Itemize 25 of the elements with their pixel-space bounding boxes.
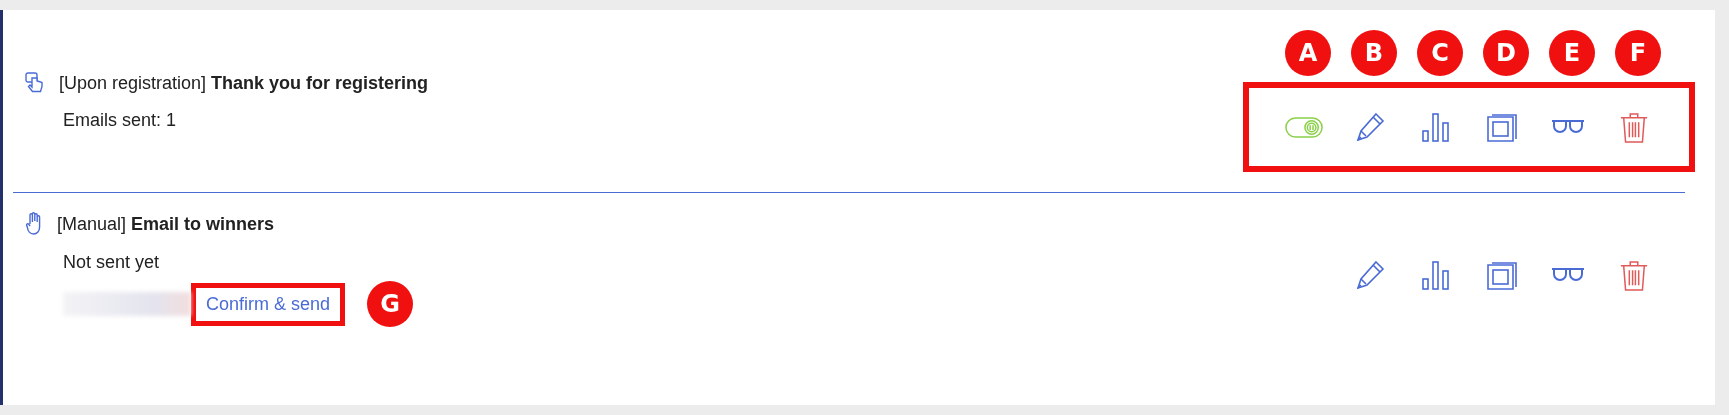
annotation-marker: F	[1615, 30, 1661, 76]
pencil-icon[interactable]	[1354, 111, 1386, 143]
bar-chart-icon[interactable]	[1420, 111, 1452, 143]
annotation-marker: G	[367, 281, 414, 327]
annotation-marker: B	[1351, 30, 1397, 76]
trash-icon[interactable]	[1619, 258, 1649, 292]
copy-icon[interactable]	[1486, 259, 1518, 291]
annotation-marker: E	[1549, 30, 1595, 76]
glasses-icon[interactable]	[1551, 118, 1585, 136]
annotation-marker: A	[1285, 30, 1331, 76]
email-status: Emails sent: 1	[63, 110, 178, 131]
confirm-send-link[interactable]: Confirm & send	[191, 282, 346, 326]
pencil-icon[interactable]	[1354, 259, 1386, 291]
email-title: [Manual] Email to winners	[57, 213, 275, 235]
toggle-switch[interactable]	[1285, 115, 1323, 139]
email-title: [Upon registration] Thank you for registering	[59, 72, 429, 94]
glasses-icon[interactable]	[1551, 266, 1585, 284]
bar-chart-icon[interactable]	[1420, 259, 1452, 291]
trash-icon[interactable]	[1619, 110, 1649, 144]
raised-hand-icon	[25, 212, 43, 236]
email-status: Not sent yet	[63, 252, 161, 273]
annotation-marker: C	[1417, 30, 1463, 76]
annotation-marker: D	[1483, 30, 1529, 76]
hand-pointer-icon	[25, 72, 45, 94]
copy-icon[interactable]	[1486, 111, 1518, 143]
